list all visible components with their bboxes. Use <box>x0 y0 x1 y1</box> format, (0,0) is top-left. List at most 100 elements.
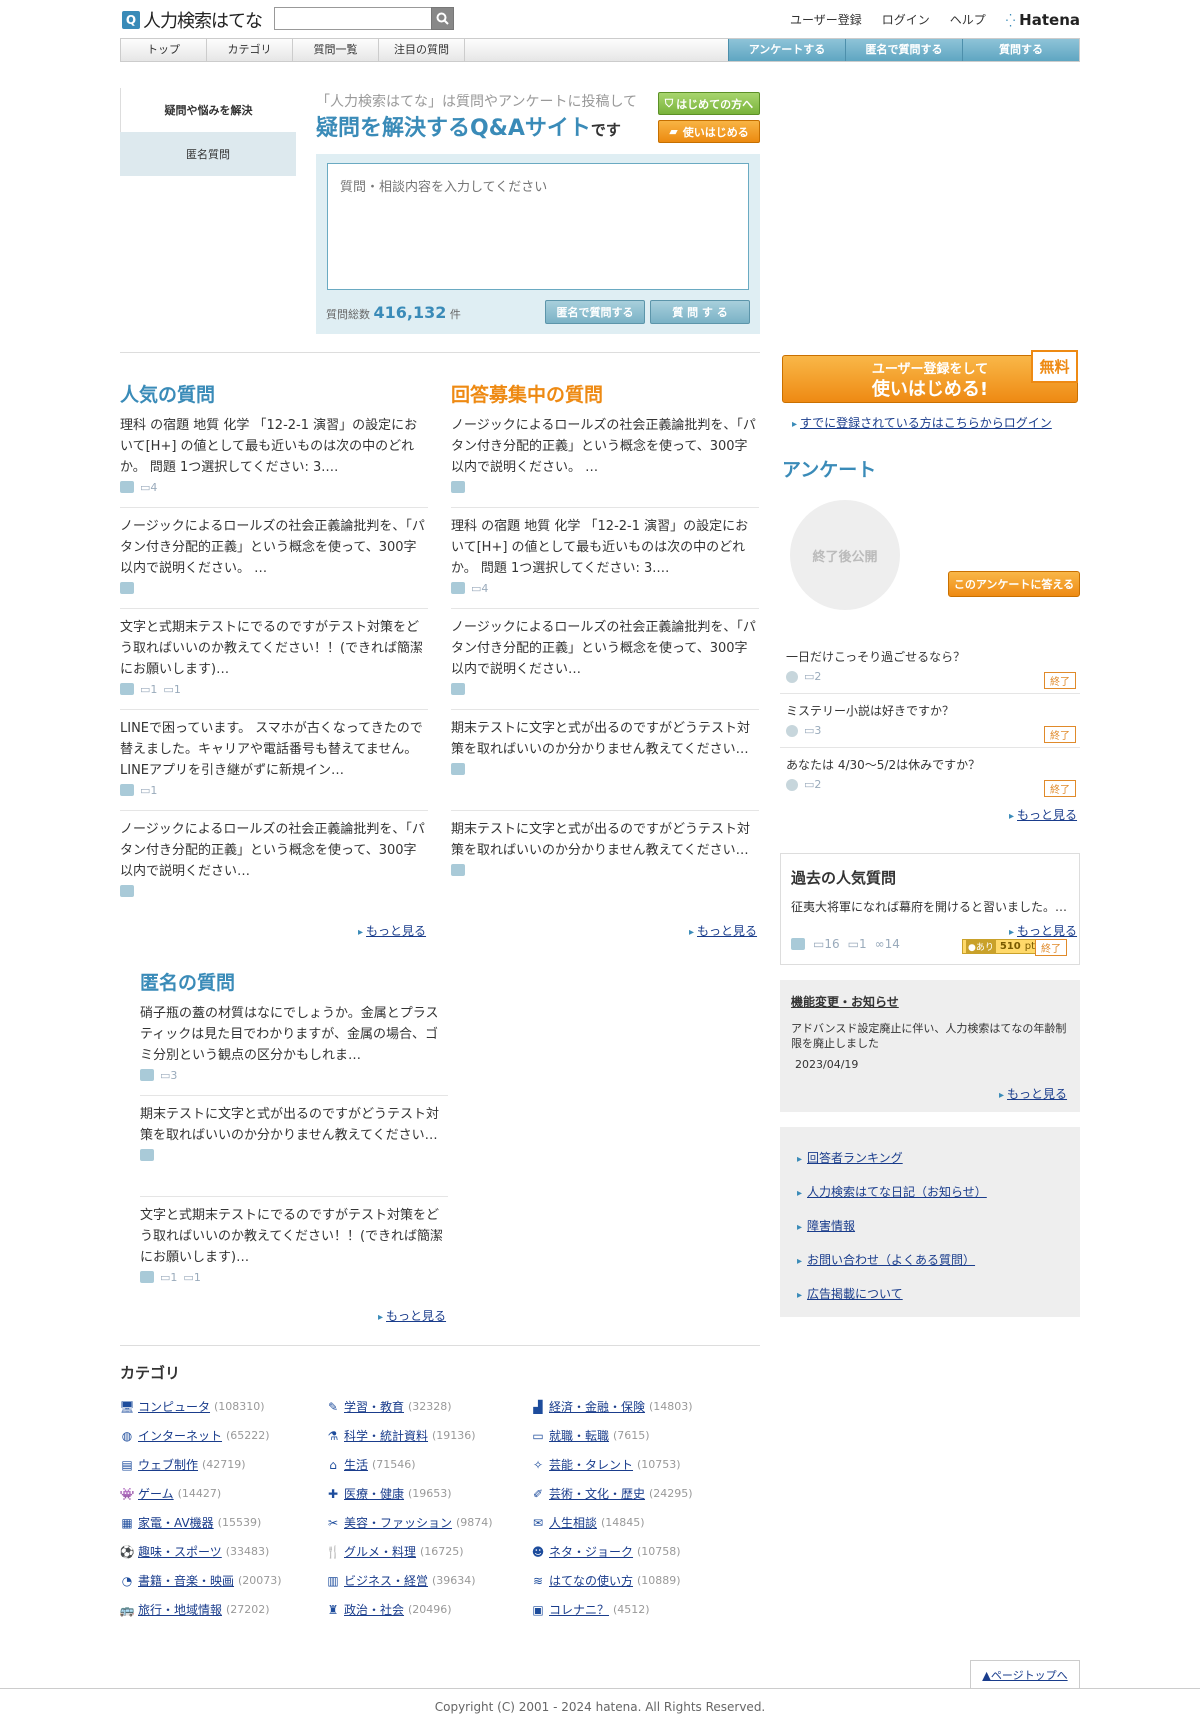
category-name[interactable]: 学習・教育 <box>344 1398 404 1415</box>
register-link[interactable]: ユーザー登録 <box>790 11 862 29</box>
category-name[interactable]: コレナニ？ <box>549 1601 609 1618</box>
popular-question-text[interactable]: LINEで困っています。 スマホが古くなってきたので替えました。キャリアや電話番… <box>120 718 428 781</box>
first-time-button[interactable]: ⛉ はじめての方へ <box>658 92 760 115</box>
category-name[interactable]: コンピュータ <box>138 1398 210 1415</box>
category-name[interactable]: インターネット <box>138 1427 222 1444</box>
recruiting-question-item[interactable]: ノージックによるロールズの社会正義論批判を、「パタン付き分配的正義」という概念を… <box>451 617 759 698</box>
category-item[interactable]: ⚗ 科学・統計資料 (19136) <box>326 1427 476 1444</box>
survey-item[interactable]: 一日だけこっそり過ごせるなら？ ▭2 終了 <box>786 648 1080 689</box>
recruiting-question-text[interactable]: ノージックによるロールズの社会正義論批判を、「パタン付き分配的正義」という概念を… <box>451 617 759 680</box>
nav-tab-top[interactable]: トップ <box>121 39 207 61</box>
anonymous-question-item[interactable]: 期末テストに文字と式が出るのですがどうテスト対策を取ればいいのか分かりません教え… <box>140 1104 448 1164</box>
category-item[interactable]: ♜ 政治・社会 (20496) <box>326 1601 452 1618</box>
help-link[interactable]: ヘルプ <box>950 11 986 29</box>
popular-question-item[interactable]: LINEで困っています。 スマホが古くなってきたので替えました。キャリアや電話番… <box>120 718 428 799</box>
search-input[interactable] <box>274 7 432 30</box>
category-item[interactable]: ▭ 就職・転職 (7615) <box>531 1427 649 1444</box>
category-name[interactable]: 科学・統計資料 <box>344 1427 428 1444</box>
category-name[interactable]: 経済・金融・保険 <box>549 1398 645 1415</box>
category-name[interactable]: グルメ・料理 <box>344 1543 416 1560</box>
category-item[interactable]: 🍴 グルメ・料理 (16725) <box>326 1543 464 1560</box>
anonymous-question-text[interactable]: 期末テストに文字と式が出るのですがどうテスト対策を取ればいいのか分かりません教え… <box>140 1104 448 1146</box>
popular-more-link[interactable]: もっと見る <box>358 922 426 939</box>
popular-question-text[interactable]: ノージックによるロールズの社会正義論批判を、「パタン付き分配的正義」という概念を… <box>120 516 428 579</box>
category-item[interactable]: ✎ 学習・教育 (32328) <box>326 1398 452 1415</box>
tab-anonymous[interactable]: 匿名質問 <box>120 132 296 176</box>
search-button[interactable] <box>431 7 454 30</box>
category-item[interactable]: ✧ 芸能・タレント (10753) <box>531 1456 681 1473</box>
category-item[interactable]: ▣ コレナニ？ (4512) <box>531 1601 649 1618</box>
category-name[interactable]: ビジネス・経営 <box>344 1572 428 1589</box>
recruiting-question-item[interactable]: 期末テストに文字と式が出るのですがどうテスト対策を取ればいいのか分かりません教え… <box>451 718 759 778</box>
survey-question-text[interactable]: あなたは 4/30〜5/2は休みですか？ <box>786 756 1080 773</box>
tab-solve[interactable]: 疑問や悩みを解決 <box>120 88 296 132</box>
ask-anonymous-button[interactable]: 匿名で質問する <box>545 300 645 324</box>
ranking-link[interactable]: 回答者ランキング <box>797 1149 903 1166</box>
category-item[interactable]: ▦ 家電・AV機器 (15539) <box>120 1514 261 1531</box>
site-logo[interactable]: Q 人力検索はてな <box>122 8 263 32</box>
nav-tab-category[interactable]: カテゴリ <box>207 39 293 61</box>
popular-question-item[interactable]: 理科 の宿題 地質 化学 「12-2-1 演習」の設定において[H+] の値とし… <box>120 415 428 496</box>
survey-item[interactable]: ミステリー小説は好きですか？ ▭3 終了 <box>786 702 1080 743</box>
popular-question-item[interactable]: ノージックによるロールズの社会正義論批判を、「パタン付き分配的正義」という概念を… <box>120 819 428 900</box>
category-name[interactable]: はてなの使い方 <box>549 1572 633 1589</box>
anonymous-question-item[interactable]: 文字と式期末テストにでるのですがテスト対策をどう取ればいいのか教えてください！！… <box>140 1205 448 1286</box>
news-more-link[interactable]: もっと見る <box>999 1085 1067 1102</box>
ask-button[interactable]: 質 問 す る <box>650 300 750 324</box>
recruiting-question-text[interactable]: ノージックによるロールズの社会正義論批判を、「パタン付き分配的正義」という概念を… <box>451 415 759 478</box>
category-name[interactable]: 人生相談 <box>549 1514 597 1531</box>
survey-question-text[interactable]: 一日だけこっそり過ごせるなら？ <box>786 648 1080 665</box>
category-item[interactable]: ◍ インターネット (65222) <box>120 1427 270 1444</box>
popular-question-text[interactable]: 理科 の宿題 地質 化学 「12-2-1 演習」の設定において[H+] の値とし… <box>120 415 428 478</box>
category-item[interactable]: ▥ ビジネス・経営 (39634) <box>326 1572 475 1589</box>
category-name[interactable]: 芸術・文化・歴史 <box>549 1485 645 1502</box>
category-item[interactable]: ≋ はてなの使い方 (10889) <box>531 1572 681 1589</box>
category-item[interactable]: ✚ 医療・健康 (19653) <box>326 1485 452 1502</box>
category-item[interactable]: ▟ 経済・金融・保険 (14803) <box>531 1398 692 1415</box>
start-using-button[interactable]: ▰ 使いはじめる <box>658 120 760 143</box>
recruiting-question-item[interactable]: 理科 の宿題 地質 化学 「12-2-1 演習」の設定において[H+] の値とし… <box>451 516 759 597</box>
question-textarea[interactable] <box>327 163 749 290</box>
popular-question-text[interactable]: ノージックによるロールズの社会正義論批判を、「パタン付き分配的正義」という概念を… <box>120 819 428 882</box>
category-item[interactable]: 👾 ゲーム (14427) <box>120 1485 222 1502</box>
recruiting-more-link[interactable]: もっと見る <box>689 922 757 939</box>
answer-survey-button[interactable]: このアンケートに答える <box>948 571 1080 597</box>
nav-question-button[interactable]: 質問する <box>962 39 1079 61</box>
recruiting-question-text[interactable]: 期末テストに文字と式が出るのですがどうテスト対策を取ればいいのか分かりません教え… <box>451 718 759 760</box>
already-registered-link[interactable]: すでに登録されている方はこちらからログイン <box>792 414 1052 431</box>
category-name[interactable]: 医療・健康 <box>344 1485 404 1502</box>
category-name[interactable]: 生活 <box>344 1456 368 1473</box>
category-item[interactable]: ✉ 人生相談 (14845) <box>531 1514 645 1531</box>
category-name[interactable]: 旅行・地域情報 <box>138 1601 222 1618</box>
anonymous-question-item[interactable]: 硝子瓶の蓋の材質はなにでしょうか。金属とプラスティックは見た目でわかりますが、金… <box>140 1003 448 1084</box>
popular-question-item[interactable]: 文字と式期末テストにでるのですがテスト対策をどう取ればいいのか教えてください！！… <box>120 617 428 698</box>
anonymous-question-text[interactable]: 硝子瓶の蓋の材質はなにでしょうか。金属とプラスティックは見た目でわかりますが、金… <box>140 1003 448 1066</box>
nav-anon-question-button[interactable]: 匿名で質問する <box>845 39 962 61</box>
nav-survey-button[interactable]: アンケートする <box>728 39 845 61</box>
category-item[interactable]: ⌂ 生活 (71546) <box>326 1456 415 1473</box>
category-item[interactable]: ▤ ウェブ制作 (42719) <box>120 1456 245 1473</box>
survey-question-text[interactable]: ミステリー小説は好きですか？ <box>786 702 1080 719</box>
category-item[interactable]: ⚽ 趣味・スポーツ (33483) <box>120 1543 270 1560</box>
anonymous-more-link[interactable]: もっと見る <box>378 1307 446 1324</box>
category-name[interactable]: 家電・AV機器 <box>138 1514 214 1531</box>
hatena-logo[interactable]: ⁛ Hatena <box>1006 11 1080 29</box>
category-name[interactable]: 政治・社会 <box>344 1601 404 1618</box>
category-name[interactable]: 趣味・スポーツ <box>138 1543 222 1560</box>
category-name[interactable]: ネタ・ジョーク <box>549 1543 633 1560</box>
category-item[interactable]: 🚌 旅行・地域情報 (27202) <box>120 1601 270 1618</box>
category-name[interactable]: ウェブ制作 <box>138 1456 198 1473</box>
contact-link[interactable]: お問い合わせ（よくある質問） <box>797 1251 975 1268</box>
recruiting-question-item[interactable]: ノージックによるロールズの社会正義論批判を、「パタン付き分配的正義」という概念を… <box>451 415 759 496</box>
popular-question-text[interactable]: 文字と式期末テストにでるのですがテスト対策をどう取ればいいのか教えてください！！… <box>120 617 428 680</box>
category-name[interactable]: 芸能・タレント <box>549 1456 633 1473</box>
page-top-link[interactable]: ▲ページトップへ <box>970 1660 1080 1688</box>
news-title[interactable]: 機能変更・お知らせ <box>791 993 899 1010</box>
category-name[interactable]: 就職・転職 <box>549 1427 609 1444</box>
recruiting-question-text[interactable]: 期末テストに文字と式が出るのですがどうテスト対策を取ればいいのか分かりません教え… <box>451 819 759 861</box>
category-name[interactable]: ゲーム <box>138 1485 174 1502</box>
category-item[interactable]: ◔ 書籍・音楽・映画 (20073) <box>120 1572 282 1589</box>
category-name[interactable]: 書籍・音楽・映画 <box>138 1572 234 1589</box>
outage-link[interactable]: 障害情報 <box>797 1217 855 1234</box>
anonymous-question-text[interactable]: 文字と式期末テストにでるのですがテスト対策をどう取ればいいのか教えてください！！… <box>140 1205 448 1268</box>
